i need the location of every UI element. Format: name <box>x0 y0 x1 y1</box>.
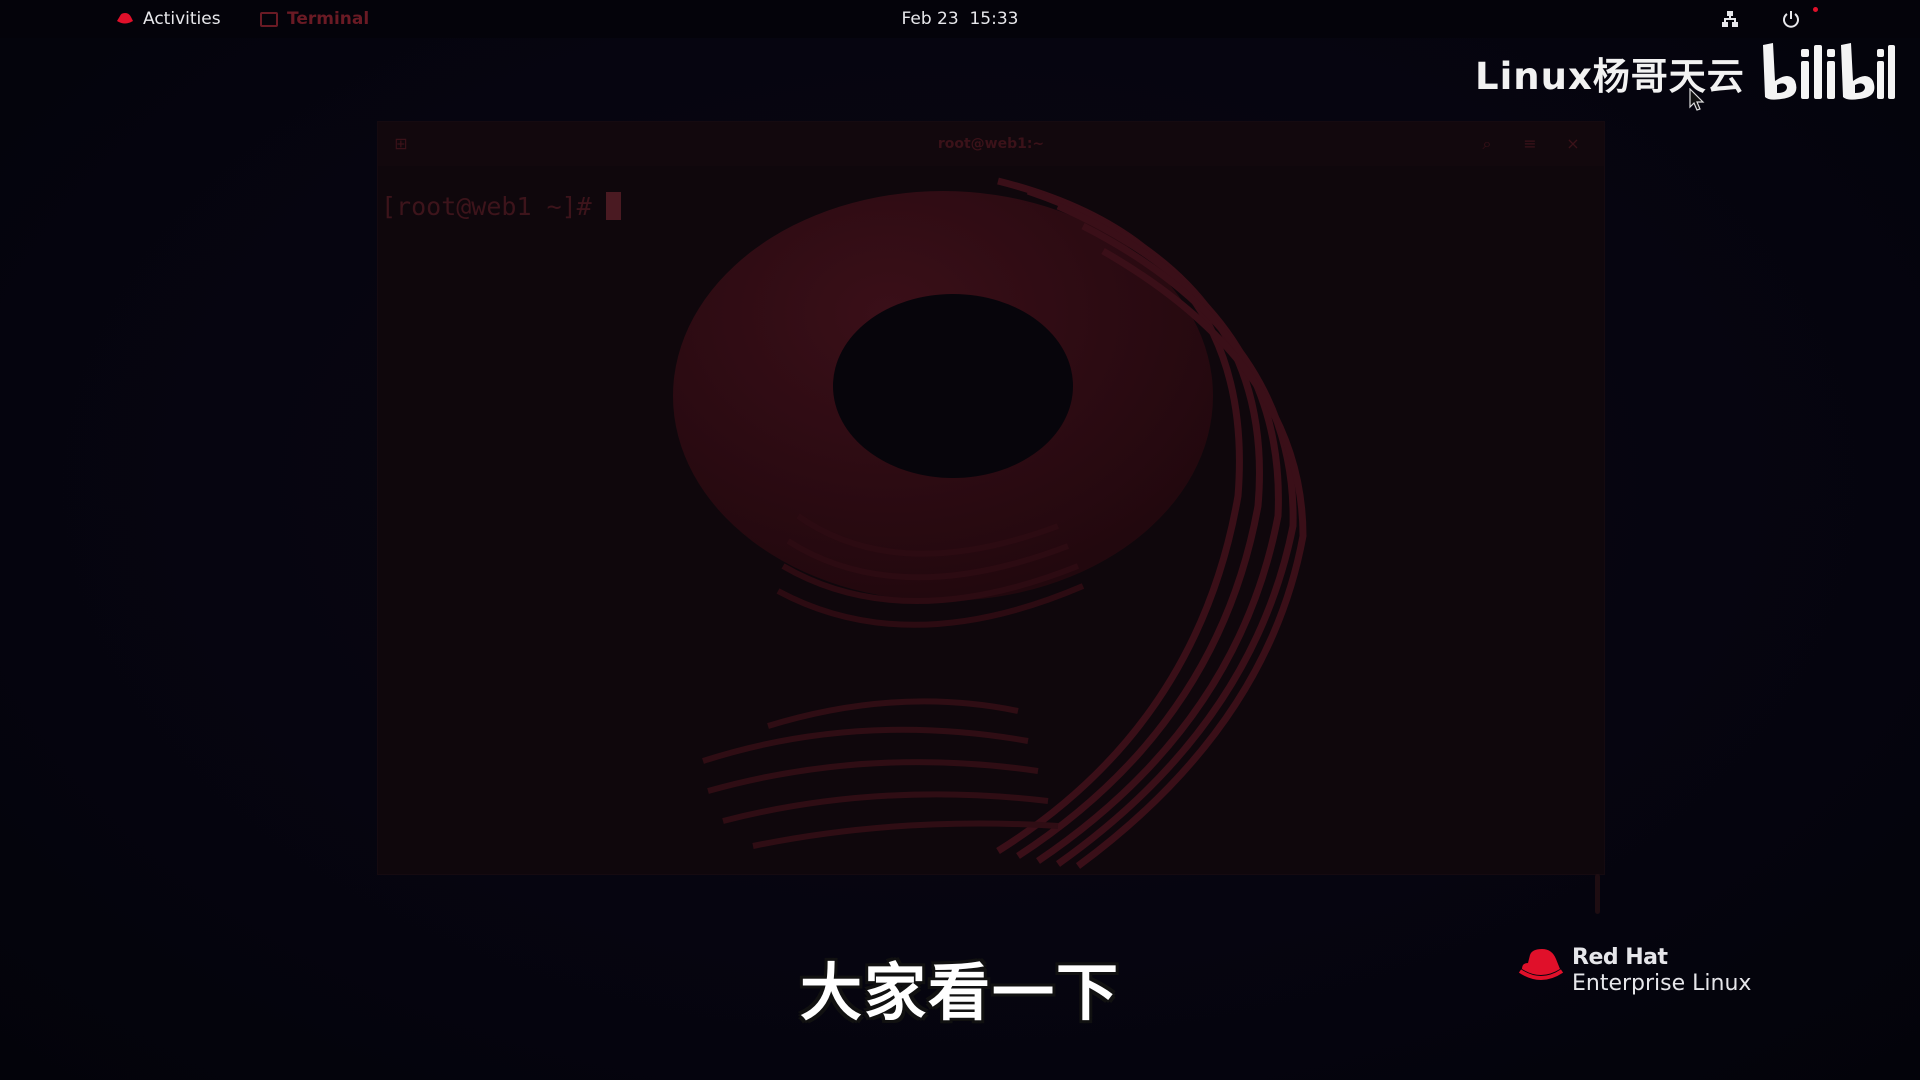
redhat-branding: Red Hat Enterprise Linux <box>1518 945 1751 997</box>
terminal-body[interactable]: [root@web1 ~]# <box>378 166 1604 914</box>
power-icon[interactable] <box>1781 0 1801 38</box>
clock[interactable]: Feb 23 15:33 <box>902 0 1019 38</box>
app-menu-label: Terminal <box>287 9 370 29</box>
notification-dot <box>1813 7 1818 12</box>
app-menu-terminal[interactable]: Terminal <box>260 0 369 38</box>
redhat-icon <box>117 13 133 24</box>
mouse-cursor-icon <box>1689 88 1705 111</box>
redhat-line1: Red Hat <box>1572 945 1668 970</box>
activities-label: Activities <box>143 9 221 29</box>
bilibili-logo-icon <box>1759 41 1899 105</box>
activities-button[interactable]: Activities <box>115 0 221 38</box>
terminal-header[interactable]: root@web1:~ ⊞ ⌕ ≡ × <box>378 122 1604 166</box>
clock-label: Feb 23 15:33 <box>901 9 1019 29</box>
terminal-title: root@web1:~ <box>937 136 1045 152</box>
terminal-window[interactable]: root@web1:~ ⊞ ⌕ ≡ × [root@web1 ~]# <box>378 122 1604 914</box>
menu-icon[interactable]: ≡ <box>1521 135 1539 153</box>
redhat-logo-icon <box>1518 949 1564 980</box>
network-icon[interactable] <box>1720 0 1740 38</box>
watermark: Linux杨哥天云 <box>1475 38 1899 108</box>
terminal-prompt: [root@web1 ~]# <box>381 192 621 221</box>
close-icon[interactable]: × <box>1564 135 1582 153</box>
prompt-text: [root@web1 ~]# <box>381 192 592 221</box>
text-cursor <box>605 192 621 220</box>
search-icon[interactable]: ⌕ <box>1478 135 1496 153</box>
new-tab-icon[interactable]: ⊞ <box>392 135 410 153</box>
redhat-line2: Enterprise Linux <box>1572 971 1752 996</box>
top-bar: Activities Terminal Feb 23 15:33 <box>0 0 1920 38</box>
desktop: Activities Terminal Feb 23 15:33 Linux杨哥… <box>0 0 1920 1080</box>
terminal-icon <box>260 11 278 27</box>
rhel9-wallpaper-graphic <box>673 177 1307 869</box>
terminal-scrollbar[interactable] <box>1595 874 1600 914</box>
